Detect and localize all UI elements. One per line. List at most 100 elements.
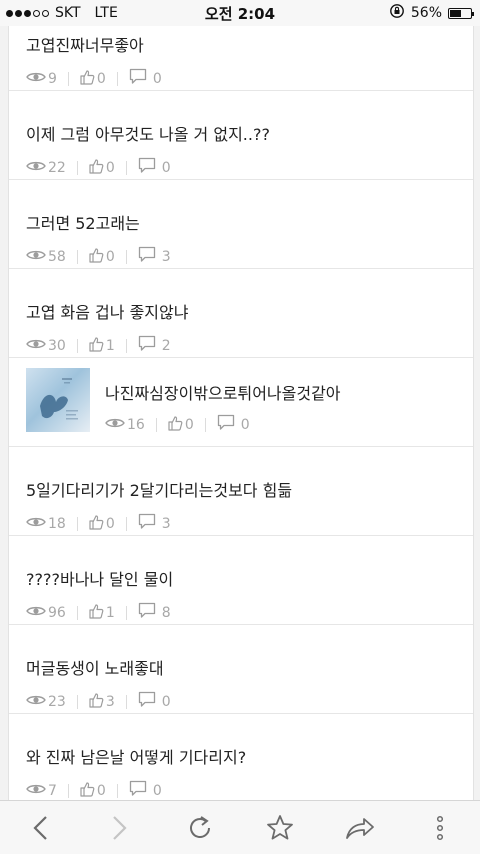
- divider: [67, 71, 69, 86]
- share-icon[interactable]: [342, 810, 378, 846]
- divider: [125, 338, 127, 353]
- divider: [125, 249, 127, 264]
- comment-count: 0: [129, 780, 173, 800]
- like-count: 0: [80, 781, 117, 801]
- forward-icon[interactable]: [102, 810, 138, 846]
- list-item[interactable]: 그러면 52고래는 58 0 3: [9, 180, 473, 269]
- post-meta: 9 0 0: [26, 68, 173, 89]
- list-item[interactable]: 고엽 화음 겁나 좋지않냐 30 1 2: [9, 269, 473, 358]
- view-count-value: 30: [48, 337, 66, 354]
- bookmark-star-icon[interactable]: [262, 810, 298, 846]
- comment-icon: [138, 157, 156, 178]
- comment-icon: [138, 335, 156, 356]
- battery-percent: 56%: [410, 5, 442, 21]
- comment-count: 3: [138, 513, 182, 534]
- eye-icon: [26, 605, 46, 621]
- battery-icon: [448, 7, 474, 19]
- comment-icon: [129, 780, 147, 800]
- view-count-value: 7: [48, 782, 57, 799]
- thumbs-up-icon: [89, 247, 104, 267]
- comment-count-value: 0: [152, 70, 162, 87]
- like-count-value: 0: [96, 782, 106, 799]
- like-count: 3: [89, 692, 126, 712]
- comment-icon: [138, 246, 156, 267]
- divider: [116, 783, 118, 798]
- thumbs-up-icon: [89, 514, 104, 534]
- post-title[interactable]: 나진짜심장이밖으로튀어나올것같아: [105, 380, 341, 404]
- eye-icon: [26, 694, 46, 710]
- status-bar: SKT LTE 오전 2:04 56%: [0, 0, 480, 26]
- post-meta: 7 0 0: [26, 780, 173, 800]
- divider: [67, 783, 69, 798]
- post-title[interactable]: 고엽진짜너무좋아: [26, 32, 144, 56]
- divider: [76, 605, 78, 620]
- back-icon[interactable]: [22, 810, 58, 846]
- comment-count-value: 8: [161, 604, 171, 621]
- comment-count: 0: [138, 691, 182, 712]
- list-item[interactable]: ????바나나 달인 물이 96 1 8: [9, 536, 473, 625]
- post-title[interactable]: 이제 그럼 아무것도 나올 거 없지..??: [26, 121, 270, 145]
- post-title[interactable]: 5일기다리기가 2달기다리는것보다 힘듦: [26, 477, 292, 501]
- divider: [125, 694, 127, 709]
- thumbs-up-icon: [89, 158, 104, 178]
- post-thumbnail: [26, 368, 90, 432]
- view-count-value: 16: [127, 416, 145, 433]
- divider: [125, 516, 127, 531]
- eye-icon: [26, 160, 46, 176]
- comment-count: 2: [138, 335, 182, 356]
- comment-count: 0: [129, 68, 173, 89]
- like-count: 0: [168, 415, 205, 435]
- like-count-value: 0: [105, 248, 115, 265]
- post-meta: 18 0 3: [26, 513, 182, 534]
- comment-count-value: 3: [161, 248, 171, 265]
- list-item[interactable]: 와 진짜 남은날 어떻게 기다리지? 7 0 0: [9, 714, 473, 800]
- like-count-value: 0: [105, 159, 115, 176]
- like-count: 0: [80, 69, 117, 89]
- divider: [76, 249, 78, 264]
- view-count-value: 18: [48, 515, 66, 532]
- list-item[interactable]: 5일기다리기가 2달기다리는것보다 힘듦 18 0 3: [9, 447, 473, 536]
- view-count: 30: [26, 338, 77, 354]
- view-count-value: 23: [48, 693, 66, 710]
- like-count-value: 3: [105, 693, 115, 710]
- post-title[interactable]: 머글동생이 노래좋대: [26, 655, 164, 679]
- list-item[interactable]: 머글동생이 노래좋대 23 3 0: [9, 625, 473, 714]
- comment-count-value: 0: [240, 416, 250, 433]
- view-count: 7: [26, 783, 68, 799]
- like-count: 0: [89, 247, 126, 267]
- list-item[interactable]: 나진짜심장이밖으로튀어나올것같아 16 0 0: [9, 358, 473, 447]
- thumbs-up-icon: [89, 692, 104, 712]
- reload-icon[interactable]: [182, 810, 218, 846]
- view-count-value: 58: [48, 248, 66, 265]
- post-meta: 23 3 0: [26, 691, 182, 712]
- view-count: 16: [105, 417, 156, 433]
- divider: [76, 516, 78, 531]
- view-count: 22: [26, 160, 77, 176]
- post-list: 고엽진짜너무좋아 9 0 0 이제 그럼 아무것도 나올 거 없지..?? 22 0 0 그러면…: [9, 26, 473, 800]
- like-count: 0: [89, 514, 126, 534]
- view-count-value: 9: [48, 70, 57, 87]
- like-count: 1: [89, 603, 126, 623]
- post-title[interactable]: 고엽 화음 겁나 좋지않냐: [26, 299, 188, 323]
- post-list-container[interactable]: 고엽진짜너무좋아 9 0 0 이제 그럼 아무것도 나올 거 없지..?? 22 0 0 그러면…: [8, 26, 474, 800]
- thumbs-up-icon: [89, 603, 104, 623]
- comment-icon: [129, 68, 147, 89]
- list-item[interactable]: 이제 그럼 아무것도 나올 거 없지..?? 22 0 0: [9, 91, 473, 180]
- divider: [204, 417, 206, 432]
- view-count-value: 96: [48, 604, 66, 621]
- thumbs-up-icon: [89, 336, 104, 356]
- post-title[interactable]: 그러면 52고래는: [26, 210, 140, 234]
- list-item[interactable]: 고엽진짜너무좋아 9 0 0: [9, 26, 473, 91]
- post-title[interactable]: 와 진짜 남은날 어떻게 기다리지?: [26, 744, 246, 768]
- thumbs-up-icon: [80, 781, 95, 801]
- like-count-value: 0: [96, 70, 106, 87]
- eye-icon: [26, 249, 46, 265]
- divider: [125, 605, 127, 620]
- comment-icon: [217, 414, 235, 435]
- view-count: 96: [26, 605, 77, 621]
- like-count-value: 0: [184, 416, 194, 433]
- divider: [125, 160, 127, 175]
- more-icon[interactable]: [422, 810, 458, 846]
- post-title[interactable]: ????바나나 달인 물이: [26, 566, 173, 590]
- comment-icon: [138, 513, 156, 534]
